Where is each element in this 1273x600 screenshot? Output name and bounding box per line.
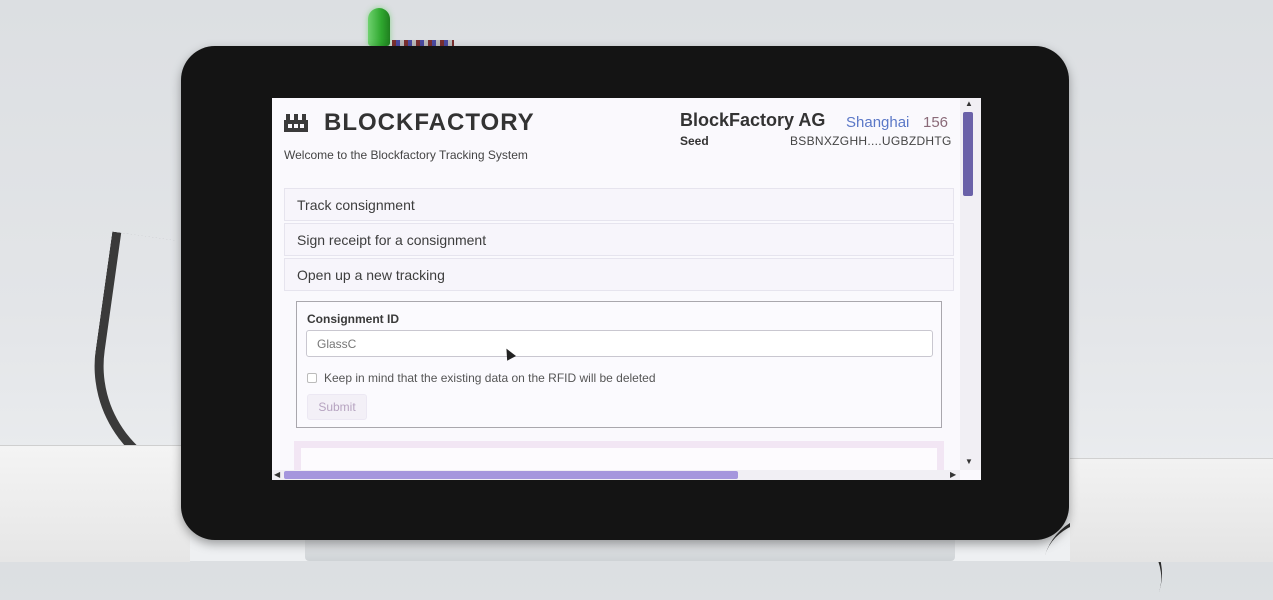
- desk-surface-right: [1070, 458, 1273, 562]
- desk-surface-left: [0, 445, 190, 562]
- tracking-app: BLOCKFACTORY Welcome to the Blockfactory…: [272, 98, 960, 480]
- company-name: BlockFactory AG: [680, 110, 826, 130]
- rfid-overwrite-checkbox[interactable]: [307, 373, 317, 383]
- scroll-right-icon[interactable]: ▶: [950, 471, 956, 479]
- scroll-up-icon[interactable]: ▲: [965, 100, 973, 108]
- scroll-down-icon[interactable]: ▼: [965, 458, 973, 466]
- vertical-scroll-thumb[interactable]: [963, 112, 973, 196]
- screen: BLOCKFACTORY Welcome to the Blockfactory…: [272, 98, 981, 480]
- welcome-text: Welcome to the Blockfactory Tracking Sys…: [284, 148, 528, 162]
- rfid-overwrite-label: Keep in mind that the existing data on t…: [324, 371, 656, 385]
- consignment-id-input[interactable]: [306, 330, 933, 357]
- green-led: [368, 8, 390, 46]
- seed-label: Seed: [680, 134, 709, 148]
- count-badge: 156: [923, 114, 949, 131]
- submit-button[interactable]: Submit: [307, 394, 367, 420]
- menu-item-track-consignment[interactable]: Track consignment: [284, 188, 954, 221]
- factory-icon: [284, 114, 308, 132]
- location-label: Shanghai: [846, 114, 910, 131]
- brand-name: BLOCKFACTORY: [324, 109, 535, 136]
- scroll-left-icon[interactable]: ◀: [274, 471, 280, 479]
- consignment-id-label: Consignment ID: [307, 312, 399, 326]
- horizontal-scrollbar[interactable]: ◀ ▶: [272, 470, 960, 480]
- menu-item-sign-receipt[interactable]: Sign receipt for a consignment: [284, 223, 954, 256]
- seed-value: BSBNXZGHH....UGBZDHTG: [790, 134, 952, 148]
- menu-item-open-new-tracking[interactable]: Open up a new tracking: [284, 258, 954, 291]
- horizontal-scroll-thumb[interactable]: [284, 471, 738, 479]
- new-tracking-form: Consignment ID Keep in mind that the exi…: [296, 301, 942, 428]
- vertical-scrollbar[interactable]: ▲ ▼: [960, 98, 981, 470]
